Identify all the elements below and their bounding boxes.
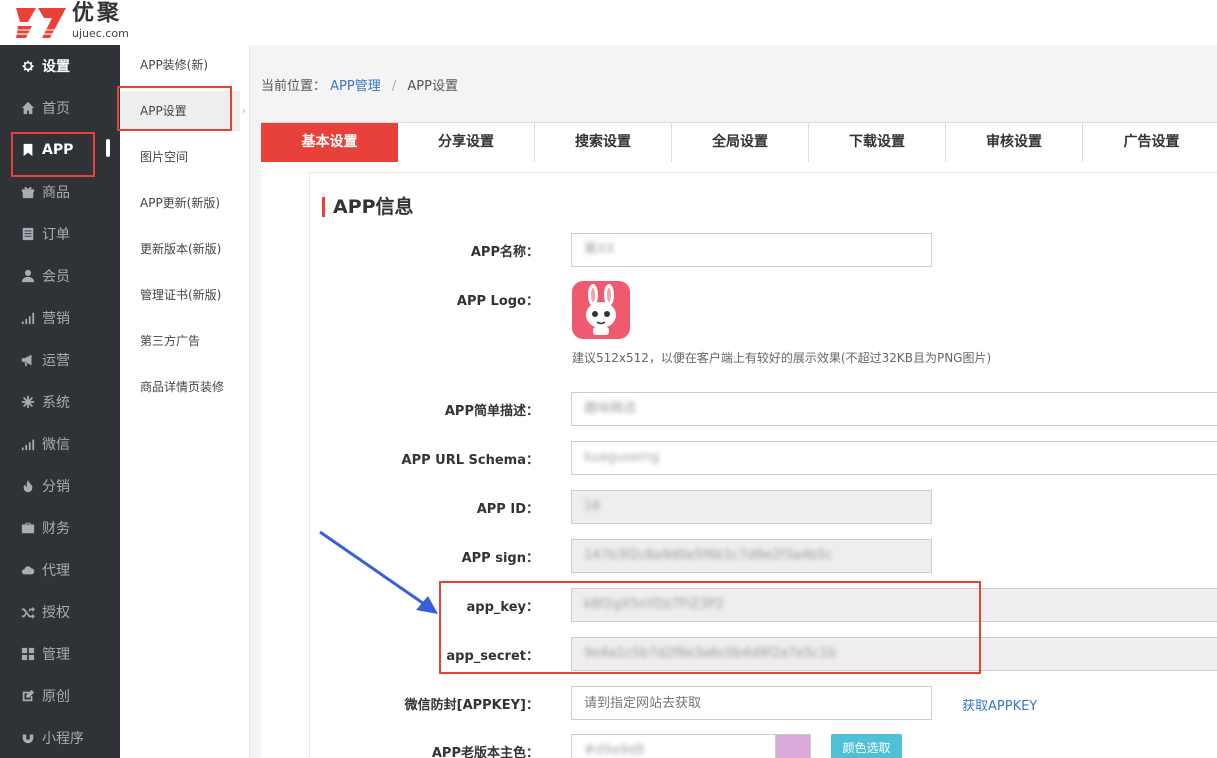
app-id-input[interactable]: 16 (571, 490, 932, 524)
edit-icon (21, 689, 35, 703)
app-id-label: APP ID： (476, 502, 539, 517)
sidebar-item-authorization[interactable]: 授权 (0, 591, 120, 633)
grid-icon (21, 647, 35, 661)
brand-logo[interactable]: 优聚 ujuec.com (14, 1, 129, 42)
app-key-input[interactable]: k8f2gX5nYDz7FIZ3P2 (571, 588, 1217, 622)
app-secret-label: app_secret： (446, 649, 539, 664)
submenu-item-app-settings[interactable]: APP设置 › (120, 91, 246, 131)
main-color-label: APP老版本主色： (431, 746, 539, 758)
sidebar-item-agent[interactable]: 代理 (0, 549, 120, 591)
app-url-schema-input[interactable]: kuaguoxing (571, 441, 1217, 475)
tab-search-settings[interactable]: 搜索设置 (535, 123, 672, 163)
gear-icon (21, 59, 35, 73)
brand-name: 优聚 (72, 1, 123, 26)
sidebar-item-orders[interactable]: 订单 (0, 213, 120, 255)
submenu-item-certificates[interactable]: 管理证书(新版) (120, 275, 240, 315)
tab-basic-settings[interactable]: 基本设置 (261, 123, 398, 163)
cloud-icon (21, 563, 35, 577)
color-swatch[interactable] (776, 734, 811, 758)
app-desc-input[interactable]: 趣味精选 (571, 392, 1217, 426)
settings-tabs: 基本设置 分享设置 搜索设置 全局设置 下载设置 审核设置 广告设置 (261, 122, 1217, 163)
submenu-item-product-detail-decoration[interactable]: 商品详情页装修 (120, 367, 240, 407)
user-icon (21, 269, 35, 283)
app-logo-image[interactable] (572, 281, 630, 339)
sidebar-item-members[interactable]: 会员 (0, 255, 120, 297)
app-sign-label: APP sign： (461, 551, 539, 566)
sidebar-item-home[interactable]: 首页 (0, 87, 120, 129)
shuffle-icon (21, 605, 35, 619)
app-desc-label: APP简单描述： (444, 404, 539, 419)
settings-panel: APP信息 APP名称： 果XX APP Logo： 建议512x512，以便在… (261, 162, 1217, 758)
briefcase-icon (21, 521, 35, 535)
sidebar-item-products[interactable]: 商品 (0, 171, 120, 213)
sub-menu: APP装修(新) APP设置 › 图片空间 APP更新(新版) 更新版本(新版)… (120, 45, 250, 758)
app-logo-label: APP Logo： (456, 294, 539, 309)
fire-icon (21, 479, 35, 493)
main-color-input[interactable]: #d9a9d8 (571, 734, 776, 758)
top-bar: 优聚 ujuec.com (0, 0, 1217, 45)
home-icon (21, 101, 35, 115)
tab-ad-settings[interactable]: 广告设置 (1083, 123, 1217, 163)
wechat-appkey-label: 微信防封[APPKEY]： (404, 698, 539, 713)
main-sidebar: 设置 首页 APP 商品 订单 会员 营销 运营 系统 微信 分销 财务 代理 … (0, 45, 120, 758)
rabbit-mascot-icon (586, 284, 616, 335)
app-name-label: APP名称： (470, 245, 539, 260)
section-title: APP信息 (322, 197, 414, 217)
sidebar-header-settings[interactable]: 设置 (0, 45, 120, 87)
app-name-input[interactable]: 果XX (571, 233, 932, 267)
bookmark-icon (21, 143, 35, 157)
get-appkey-link[interactable]: 获取APPKEY (962, 695, 1037, 714)
sidebar-item-miniprogram[interactable]: 小程序 (0, 717, 120, 758)
app-sign-input[interactable]: 147b3f2c8a9d0e5f6b1c7d8e2f3a4b5c (571, 539, 932, 573)
breadcrumb-app-settings: APP设置 (407, 79, 458, 94)
breadcrumb-app-management[interactable]: APP管理 (330, 79, 381, 94)
sidebar-item-marketing[interactable]: 营销 (0, 297, 120, 339)
color-picker-button[interactable]: 颜色选取 (831, 734, 902, 758)
gift-icon (21, 185, 35, 199)
sidebar-item-wechat[interactable]: 微信 (0, 423, 120, 465)
bar-chart-icon (21, 311, 35, 325)
brand-domain: ujuec.com (72, 27, 129, 40)
logo-mark-icon (14, 8, 68, 38)
submenu-item-image-space[interactable]: 图片空间 (120, 137, 240, 177)
sidebar-item-distribution[interactable]: 分销 (0, 465, 120, 507)
signal-icon (21, 437, 35, 451)
sidebar-item-app[interactable]: APP (0, 129, 120, 171)
submenu-item-third-party-ads[interactable]: 第三方广告 (120, 321, 240, 361)
megaphone-icon (21, 353, 35, 367)
main-content: 当前位置： APP管理 / APP设置 基本设置 分享设置 搜索设置 全局设置 … (250, 45, 1217, 758)
wechat-appkey-input[interactable] (571, 686, 932, 720)
magnet-icon (21, 731, 35, 745)
breadcrumb: 当前位置： APP管理 / APP设置 (261, 79, 458, 94)
tab-review-settings[interactable]: 审核设置 (946, 123, 1083, 163)
sidebar-item-system[interactable]: 系统 (0, 381, 120, 423)
list-icon (21, 227, 35, 241)
app-key-label: app_key： (466, 600, 539, 615)
active-indicator (106, 139, 110, 157)
sidebar-item-finance[interactable]: 财务 (0, 507, 120, 549)
submenu-item-update-version[interactable]: 更新版本(新版) (120, 229, 240, 269)
app-url-schema-label: APP URL Schema： (401, 453, 539, 468)
submenu-item-app-update[interactable]: APP更新(新版) (120, 183, 240, 223)
sidebar-item-operations[interactable]: 运营 (0, 339, 120, 381)
submenu-item-app-decoration[interactable]: APP装修(新) (120, 45, 240, 85)
app-info-card: APP信息 APP名称： 果XX APP Logo： 建议512x512，以便在… (309, 172, 1217, 758)
sidebar-item-original[interactable]: 原创 (0, 675, 120, 717)
chevron-right-icon: › (241, 104, 246, 117)
sidebar-item-management[interactable]: 管理 (0, 633, 120, 675)
tab-download-settings[interactable]: 下载设置 (809, 123, 946, 163)
tab-share-settings[interactable]: 分享设置 (398, 123, 535, 163)
app-secret-input[interactable]: 9e4a1c5b7d2f8e3a6c0b4d9f2a7e5c1b (571, 637, 1217, 671)
asterisk-icon (21, 395, 35, 409)
logo-hint-text: 建议512x512，以便在客户端上有较好的展示效果(不超过32KB且为PNG图片… (572, 351, 992, 365)
tab-global-settings[interactable]: 全局设置 (672, 123, 809, 163)
